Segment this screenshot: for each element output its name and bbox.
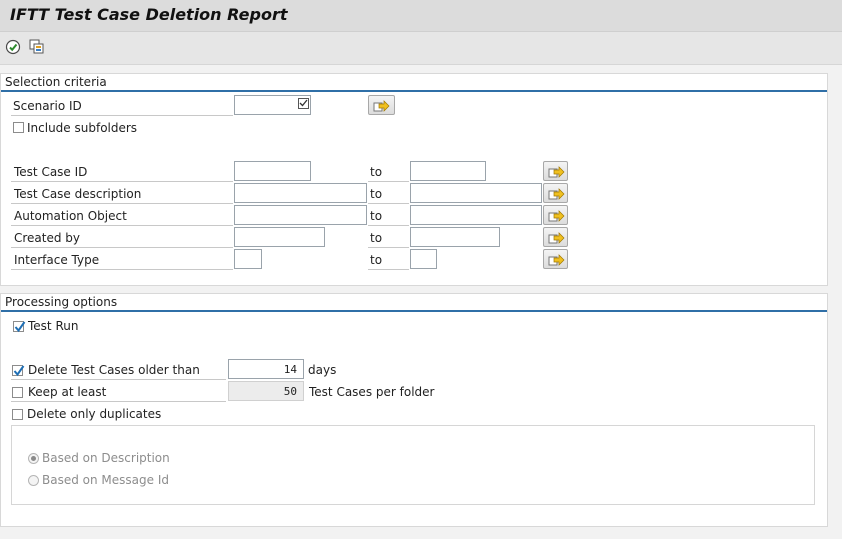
test-run-checkbox[interactable]: [13, 321, 26, 333]
delete-duplicates-label: Delete only duplicates: [27, 407, 162, 421]
scenario-multiple-selection-button[interactable]: [368, 95, 395, 115]
section-title-processing: Processing options: [5, 295, 118, 309]
to-label: to: [370, 187, 383, 201]
delete-older-label: Delete Test Cases older than: [28, 363, 200, 377]
selection-criteria-section: Selection criteria Scenario ID Include s…: [0, 73, 828, 286]
automation-object-to-input[interactable]: [410, 205, 542, 225]
checkmark-icon: [14, 321, 26, 333]
to-label: to: [370, 253, 383, 267]
automation-object-label: Automation Object: [14, 209, 127, 223]
scenario-id-input[interactable]: [234, 95, 311, 115]
delete-older-checkbox[interactable]: [12, 365, 25, 377]
label-underline: [11, 115, 233, 116]
interface-type-to-input[interactable]: [410, 249, 437, 269]
automation-object-multiple-selection-button[interactable]: [543, 205, 568, 225]
section-divider: [1, 90, 827, 92]
test-case-id-to-input[interactable]: [410, 161, 486, 181]
keep-at-least-label: Keep at least: [28, 385, 107, 399]
label-underline: [11, 181, 233, 182]
test-case-description-multiple-selection-button[interactable]: [543, 183, 568, 203]
interface-type-label: Interface Type: [14, 253, 100, 267]
based-on-message-id-radio[interactable]: [28, 475, 39, 486]
delete-older-days-input[interactable]: 14: [228, 359, 304, 379]
page-title: IFTT Test Case Deletion Report: [10, 5, 288, 24]
title-bar: IFTT Test Case Deletion Report: [0, 0, 842, 32]
label-underline: [11, 379, 226, 380]
multiple-selection-arrow-icon: [548, 166, 565, 178]
test-case-description-label: Test Case description: [14, 187, 142, 201]
interface-type-from-input[interactable]: [234, 249, 262, 269]
test-run-label: Test Run: [28, 319, 79, 333]
based-on-description-radio[interactable]: [28, 453, 39, 464]
created-by-to-input[interactable]: [410, 227, 500, 247]
delete-duplicates-checkbox[interactable]: [12, 409, 23, 420]
to-label: to: [370, 209, 383, 223]
duplicate-criteria-group: Based on Description Based on Message Id: [11, 425, 815, 505]
execute-icon[interactable]: [4, 38, 22, 56]
test-case-id-from-input[interactable]: [234, 161, 311, 181]
based-on-description-label: Based on Description: [42, 451, 170, 465]
interface-type-multiple-selection-button[interactable]: [543, 249, 568, 269]
test-case-description-from-input[interactable]: [234, 183, 367, 203]
created-by-from-input[interactable]: [234, 227, 325, 247]
label-underline: [11, 203, 233, 204]
to-label: to: [370, 231, 383, 245]
keep-at-least-checkbox[interactable]: [12, 387, 23, 398]
checkmark-icon: [13, 365, 25, 377]
multiple-selection-arrow-icon: [373, 100, 390, 112]
label-underline: [11, 225, 233, 226]
automation-object-from-input[interactable]: [234, 205, 367, 225]
based-on-message-id-label: Based on Message Id: [42, 473, 169, 487]
application-toolbar: [0, 32, 842, 65]
label-underline: [368, 269, 409, 270]
test-cases-per-folder-label: Test Cases per folder: [309, 385, 435, 399]
multiple-selection-arrow-icon: [548, 210, 565, 222]
label-underline: [11, 401, 226, 402]
section-title-selection: Selection criteria: [5, 75, 107, 89]
created-by-multiple-selection-button[interactable]: [543, 227, 568, 247]
label-underline: [368, 181, 409, 182]
multiple-selection-arrow-icon: [548, 188, 565, 200]
label-underline: [11, 269, 233, 270]
include-subfolders-checkbox[interactable]: [13, 122, 24, 133]
multiple-selection-arrow-icon: [548, 232, 565, 244]
label-underline: [11, 247, 233, 248]
test-case-description-to-input[interactable]: [410, 183, 542, 203]
test-case-id-label: Test Case ID: [14, 165, 88, 179]
test-case-id-multiple-selection-button[interactable]: [543, 161, 568, 181]
keep-at-least-input: 50: [228, 381, 304, 401]
section-divider: [1, 310, 827, 312]
label-underline: [368, 203, 409, 204]
multiple-selection-arrow-icon: [548, 254, 565, 266]
created-by-label: Created by: [14, 231, 81, 245]
label-underline: [368, 247, 409, 248]
processing-options-section: Processing options Test Run Delete Test …: [0, 293, 828, 527]
to-label: to: [370, 165, 383, 179]
search-help-icon[interactable]: [298, 98, 309, 109]
scenario-id-label: Scenario ID: [13, 99, 82, 113]
days-unit-label: days: [308, 363, 337, 377]
include-subfolders-label: Include subfolders: [27, 121, 138, 135]
label-underline: [368, 225, 409, 226]
get-variant-icon[interactable]: [28, 38, 46, 56]
